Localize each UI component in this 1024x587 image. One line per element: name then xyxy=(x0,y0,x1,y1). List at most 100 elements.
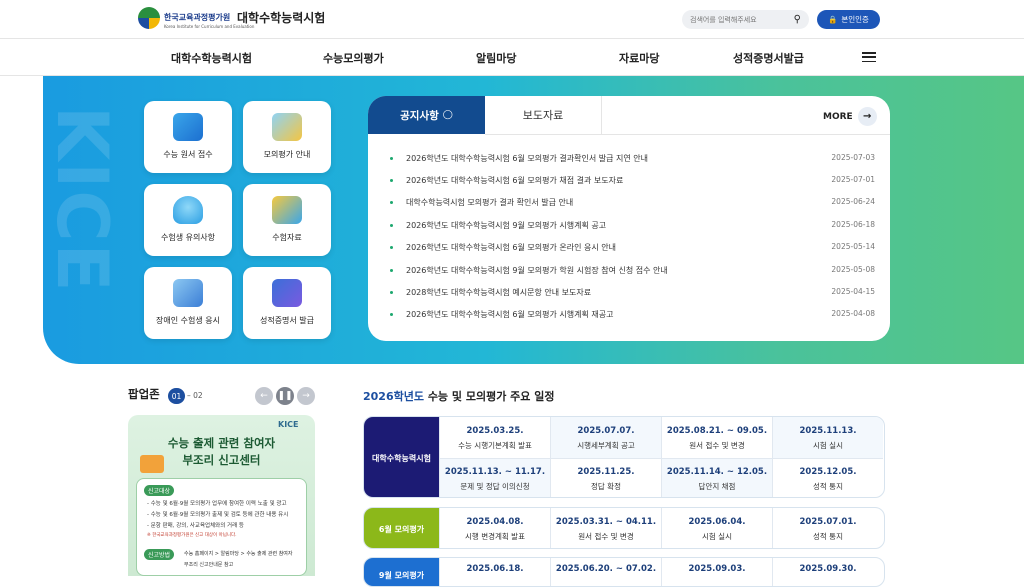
schedule-event: 정답 확정 xyxy=(591,482,621,491)
bullet-icon xyxy=(390,246,393,249)
schedule-cell: 2025.09.03. xyxy=(661,558,772,586)
next-button[interactable]: → xyxy=(297,387,315,405)
more-link[interactable]: MORE → xyxy=(823,107,877,126)
notice-date: 2025-07-01 xyxy=(831,175,875,184)
search-icon[interactable]: ⚲ xyxy=(794,14,801,25)
schedule-cell: 2025.06.04. 시험 실시 xyxy=(661,508,772,548)
quick-link-application[interactable]: 수능 원서 접수 xyxy=(144,101,232,173)
schedule-date: 2025.03.31. ~ 04.11. xyxy=(555,516,657,527)
list-item[interactable]: 2026학년도 대학수학능력시험 9월 모의평가 학원 시험장 참여 신청 접수… xyxy=(390,264,875,278)
nav-item-resources[interactable]: 자료마당 xyxy=(619,50,659,66)
schedule-cell: 2025.11.25. 정답 확정 xyxy=(550,458,661,497)
top-bar: 한국교육과정평가원 Korea Institute for Curriculum… xyxy=(0,0,1024,38)
popup-line: - 수능 및 6월·9월 모의평가 출제 및 검토 등에 관한 내용 유시 xyxy=(147,512,289,518)
arrow-right-icon: → xyxy=(857,107,877,126)
quick-link-disabled-candidates[interactable]: 장애인 수험생 응시 xyxy=(144,267,232,339)
schedule-event: 시행 변경계획 발표 xyxy=(465,531,525,541)
nav-item-csat[interactable]: 대학수학능력시험 xyxy=(171,50,252,66)
bullet-icon xyxy=(390,157,393,160)
bullet-icon xyxy=(390,201,393,204)
tab-notices-label: 공지사항 xyxy=(400,109,439,122)
notice-title[interactable]: 2026학년도 대학수학능력시험 9월 모의평가 시행계획 공고 xyxy=(406,220,606,231)
nav-item-notices[interactable]: 알림마당 xyxy=(476,50,516,66)
popup-current-index: 01 xyxy=(168,388,185,404)
schedule-event: 성적 통지 xyxy=(813,482,843,491)
quick-link-mock-guide[interactable]: 모의평가 안내 xyxy=(243,101,331,173)
notice-title[interactable]: 2026학년도 대학수학능력시험 6월 모의평가 온라인 응시 안내 xyxy=(406,242,616,253)
schedule-title-text: 수능 및 모의평가 주요 일정 xyxy=(423,390,555,403)
notice-date: 2025-06-18 xyxy=(831,220,875,229)
quick-link-label: 수험자료 xyxy=(272,233,302,242)
kice-background-text: KICE xyxy=(43,106,123,294)
laptop-icon xyxy=(173,113,203,141)
site-title[interactable]: 대학수학능력시험 xyxy=(237,9,325,26)
bullet-icon xyxy=(390,224,393,227)
notice-title[interactable]: 2026학년도 대학수학능력시험 6월 모의평가 채점 결과 보도자료 xyxy=(406,175,623,186)
schedule-title: 2026학년도 수능 및 모의평가 주요 일정 xyxy=(363,388,554,404)
notice-title[interactable]: 2026학년도 대학수학능력시험 6월 모의평가 시행계획 재공고 xyxy=(406,309,613,320)
schedule-date: 2025.07.07. xyxy=(577,425,635,436)
notice-title[interactable]: 2026학년도 대학수학능력시험 9월 모의평가 학원 시험장 참여 신청 접수… xyxy=(406,265,668,276)
schedule-date: 2025.12.05. xyxy=(799,467,857,477)
schedule-year: 2026학년도 xyxy=(363,390,424,403)
schedule-cell: 2025.11.14. ~ 12.05. 답안지 채점 xyxy=(661,458,772,497)
list-item[interactable]: 2026학년도 대학수학능력시험 9월 모의평가 시행계획 공고 2025-06-… xyxy=(390,219,875,233)
bullet-icon xyxy=(390,313,393,316)
popup-note: ※ 한국교육과정평가원은 신고 대상이 아닙니다. xyxy=(147,533,237,538)
notice-title[interactable]: 2028학년도 대학수학능력시험 예시문항 안내 보도자료 xyxy=(406,287,591,298)
schedule-cell: 2025.11.13. ~ 11.17. 문제 및 정답 이의신청 xyxy=(439,458,550,497)
identity-verification-label: 본인인증 xyxy=(841,15,869,24)
notice-date: 2025-05-14 xyxy=(831,242,875,251)
notice-title[interactable]: 대학수학능력시험 모의평가 결과 확인서 발급 안내 xyxy=(406,197,573,208)
schedule-event: 시행세부계획 공고 xyxy=(577,440,635,450)
search-box: ⚲ xyxy=(682,10,809,29)
identity-verification-button[interactable]: 🔒 본인인증 xyxy=(817,10,880,29)
pause-icon: ❚❚ xyxy=(277,391,293,401)
schedule-date: 2025.11.25. xyxy=(577,467,635,477)
main-nav: 대학수학능력시험 수능모의평가 알림마당 자료마당 성적증명서발급 xyxy=(0,38,1024,76)
list-item[interactable]: 2026학년도 대학수학능력시험 6월 모의평가 결과확인서 발급 지연 안내 2… xyxy=(390,152,875,166)
schedule-date: 2025.11.14. ~ 12.05. xyxy=(666,467,768,477)
bullet-icon xyxy=(390,291,393,294)
list-item[interactable]: 2028학년도 대학수학능력시험 예시문항 안내 보도자료 2025-04-15 xyxy=(390,286,875,300)
tab-press-label: 보도자료 xyxy=(522,109,564,122)
kice-logo-icon xyxy=(138,7,160,29)
schedule-event: 성적 통지 xyxy=(813,531,843,541)
schedule-cell: 2025.11.13. 시험 실시 xyxy=(772,417,883,459)
schedule-cell: 2025.03.31. ~ 04.11. 원서 접수 및 변경 xyxy=(550,508,661,548)
monitor-document-icon xyxy=(272,279,302,307)
lock-icon: 🔒 xyxy=(828,15,838,24)
prev-button[interactable]: ← xyxy=(255,387,273,405)
popup-method-1: 수능 홈페이지 > 알림마당 > 수능 출제 관련 참여자 xyxy=(184,551,293,557)
report-method-tag: 신고방법 xyxy=(144,549,175,560)
bullet-icon xyxy=(390,179,393,182)
pause-button[interactable]: ❚❚ xyxy=(276,387,294,405)
list-item[interactable]: 2026학년도 대학수학능력시험 6월 모의평가 시행계획 재공고 2025-04… xyxy=(390,308,875,322)
list-item[interactable]: 2026학년도 대학수학능력시험 6월 모의평가 온라인 응시 안내 2025-0… xyxy=(390,241,875,255)
menu-icon[interactable] xyxy=(862,52,876,62)
schedule-date: 2025.09.03. xyxy=(688,564,746,574)
list-item[interactable]: 대학수학능력시험 모의평가 결과 확인서 발급 안내 2025-06-24 xyxy=(390,196,875,210)
quick-link-precautions[interactable]: 수험생 유의사항 xyxy=(144,184,232,256)
quick-link-label: 수능 원서 접수 xyxy=(163,150,213,159)
nav-item-certificate[interactable]: 성적증명서발급 xyxy=(733,50,804,66)
schedule-cell: 2025.04.08. 시행 변경계획 발표 xyxy=(439,508,550,548)
schedule-event: 수능 시행기본계획 발표 xyxy=(458,440,532,450)
notice-title[interactable]: 2026학년도 대학수학능력시험 6월 모의평가 결과확인서 발급 지연 안내 xyxy=(406,153,648,164)
tab-press-releases[interactable]: 보도자료 xyxy=(485,96,602,134)
nav-item-mock-exam[interactable]: 수능모의평가 xyxy=(323,50,384,66)
schedule-cell: 2025.08.21. ~ 09.05. 원서 접수 및 변경 xyxy=(661,417,772,459)
list-item[interactable]: 2026학년도 대학수학능력시험 6월 모의평가 채점 결과 보도자료 2025-… xyxy=(390,174,875,188)
quick-link-label: 수험생 유의사항 xyxy=(160,233,216,242)
tab-notices[interactable]: 공지사항 ◯ xyxy=(368,96,485,134)
search-input[interactable] xyxy=(690,15,785,24)
quick-link-score-certificate[interactable]: 성적증명서 발급 xyxy=(243,267,331,339)
arrow-right-icon: → xyxy=(302,391,310,401)
schedule-date: 2025.08.21. ~ 09.05. xyxy=(666,425,768,436)
popup-banner[interactable]: KICE 수능 출제 관련 참여자 부조리 신고센터 신고대상 - 수능 및 6… xyxy=(128,415,315,576)
quick-link-label: 장애인 수험생 응시 xyxy=(156,316,220,325)
quick-link-materials[interactable]: 수험자료 xyxy=(243,184,331,256)
quick-link-label: 모의평가 안내 xyxy=(263,150,311,159)
schedule-cell: 2025.07.07. 시행세부계획 공고 xyxy=(550,417,661,459)
schedule-row-june-mock: 6월 모의평가 2025.04.08. 시행 변경계획 발표 2025.03.31… xyxy=(363,507,885,549)
